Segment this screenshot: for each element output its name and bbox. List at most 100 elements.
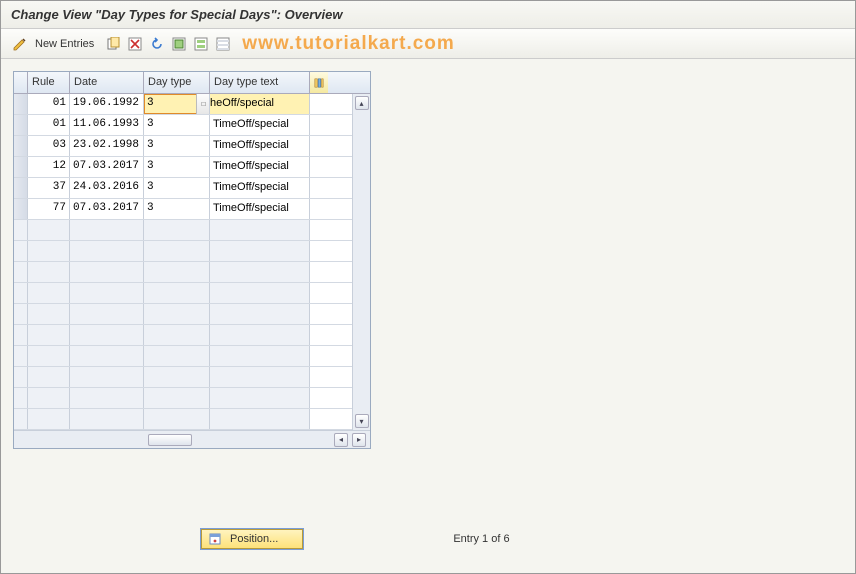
cell-date[interactable]: 19.06.1992 [70,94,144,114]
deselect-all-icon[interactable] [214,35,232,53]
row-selector[interactable] [14,136,28,156]
cell-rule[interactable]: 03 [28,136,70,156]
row-selector[interactable] [14,178,28,198]
cell-daytype[interactable] [144,346,210,366]
cell-date[interactable] [70,367,144,387]
row-selector[interactable] [14,94,28,114]
cell-daytype-text[interactable] [210,304,310,324]
cell-daytype[interactable]: 3 [144,178,210,198]
delete-icon[interactable] [126,35,144,53]
cell-daytype[interactable] [144,304,210,324]
cell-daytype-text[interactable] [210,388,310,408]
cell-daytype-text[interactable]: TimeOff/special [210,157,310,177]
cell-daytype[interactable] [144,220,210,240]
cell-date[interactable] [70,346,144,366]
cell-date[interactable] [70,409,144,429]
row-selector[interactable] [14,346,28,366]
position-button[interactable]: Position... [201,529,303,549]
cell-rule[interactable] [28,262,70,282]
cell-daytype[interactable]: 3 [144,199,210,219]
toggle-display-change-icon[interactable] [11,35,29,53]
row-selector[interactable] [14,409,28,429]
cell-daytype-text[interactable]: TimeOff/special [210,115,310,135]
cell-daytype-text[interactable] [210,325,310,345]
cell-date[interactable] [70,325,144,345]
cell-daytype[interactable] [144,283,210,303]
row-selector[interactable] [14,304,28,324]
cell-rule[interactable] [28,388,70,408]
horizontal-scrollbar[interactable]: ◂ ▸ [14,430,370,448]
cell-rule[interactable] [28,346,70,366]
cell-daytype[interactable] [144,241,210,261]
cell-daytype[interactable] [144,388,210,408]
cell-rule[interactable]: 12 [28,157,70,177]
cell-rule[interactable]: 01 [28,94,70,114]
column-header-rule[interactable]: Rule [28,72,70,93]
cell-date[interactable] [70,220,144,240]
cell-daytype-text[interactable]: TimeOff/special [210,199,310,219]
row-selector[interactable] [14,388,28,408]
cell-daytype[interactable]: 3 [144,136,210,156]
cell-rule[interactable]: 01 [28,115,70,135]
cell-rule[interactable] [28,283,70,303]
row-selector[interactable] [14,199,28,219]
scroll-right-icon[interactable]: ▸ [352,433,366,447]
cell-daytype-text[interactable] [210,409,310,429]
cell-date[interactable] [70,283,144,303]
scroll-handle[interactable] [148,434,192,446]
cell-daytype[interactable]: 3☐ [144,94,210,114]
configure-columns-icon[interactable] [310,72,328,93]
row-selector[interactable] [14,262,28,282]
cell-rule[interactable]: 37 [28,178,70,198]
cell-daytype-text[interactable] [210,241,310,261]
column-header-daytype[interactable]: Day type [144,72,210,93]
row-selector[interactable] [14,115,28,135]
row-selector[interactable] [14,220,28,240]
vertical-scrollbar[interactable]: ▴ ▾ [352,94,370,430]
row-selector[interactable] [14,283,28,303]
column-header-selector[interactable] [14,72,28,93]
cell-daytype[interactable]: 3 [144,115,210,135]
cell-daytype[interactable] [144,409,210,429]
cell-date[interactable] [70,388,144,408]
cell-date[interactable] [70,262,144,282]
scroll-down-icon[interactable]: ▾ [355,414,369,428]
row-selector[interactable] [14,241,28,261]
copy-as-icon[interactable] [104,35,122,53]
cell-rule[interactable] [28,409,70,429]
cell-rule[interactable] [28,325,70,345]
cell-date[interactable]: 07.03.2017 [70,199,144,219]
row-selector[interactable] [14,157,28,177]
cell-date[interactable]: 07.03.2017 [70,157,144,177]
scroll-up-icon[interactable]: ▴ [355,96,369,110]
column-header-date[interactable]: Date [70,72,144,93]
cell-date[interactable]: 11.06.1993 [70,115,144,135]
cell-daytype[interactable] [144,325,210,345]
new-entries-button[interactable]: New Entries [35,38,94,50]
cell-date[interactable]: 24.03.2016 [70,178,144,198]
value-help-icon[interactable]: ☐ [196,94,210,114]
cell-date[interactable] [70,304,144,324]
cell-rule[interactable]: 77 [28,199,70,219]
cell-daytype-text[interactable]: heOff/special [210,94,310,114]
cell-rule[interactable] [28,241,70,261]
row-selector[interactable] [14,367,28,387]
cell-daytype-text[interactable] [210,346,310,366]
cell-daytype[interactable] [144,262,210,282]
cell-rule[interactable] [28,220,70,240]
select-all-icon[interactable] [170,35,188,53]
cell-daytype[interactable] [144,367,210,387]
cell-daytype-text[interactable]: TimeOff/special [210,178,310,198]
scroll-left-icon[interactable]: ◂ [334,433,348,447]
cell-rule[interactable] [28,304,70,324]
cell-daytype[interactable]: 3 [144,157,210,177]
column-header-daytype-text[interactable]: Day type text [210,72,310,93]
row-selector[interactable] [14,325,28,345]
select-block-icon[interactable] [192,35,210,53]
cell-date[interactable] [70,241,144,261]
cell-daytype-text[interactable] [210,220,310,240]
cell-rule[interactable] [28,367,70,387]
cell-daytype-text[interactable]: TimeOff/special [210,136,310,156]
cell-daytype-text[interactable] [210,283,310,303]
undo-icon[interactable] [148,35,166,53]
